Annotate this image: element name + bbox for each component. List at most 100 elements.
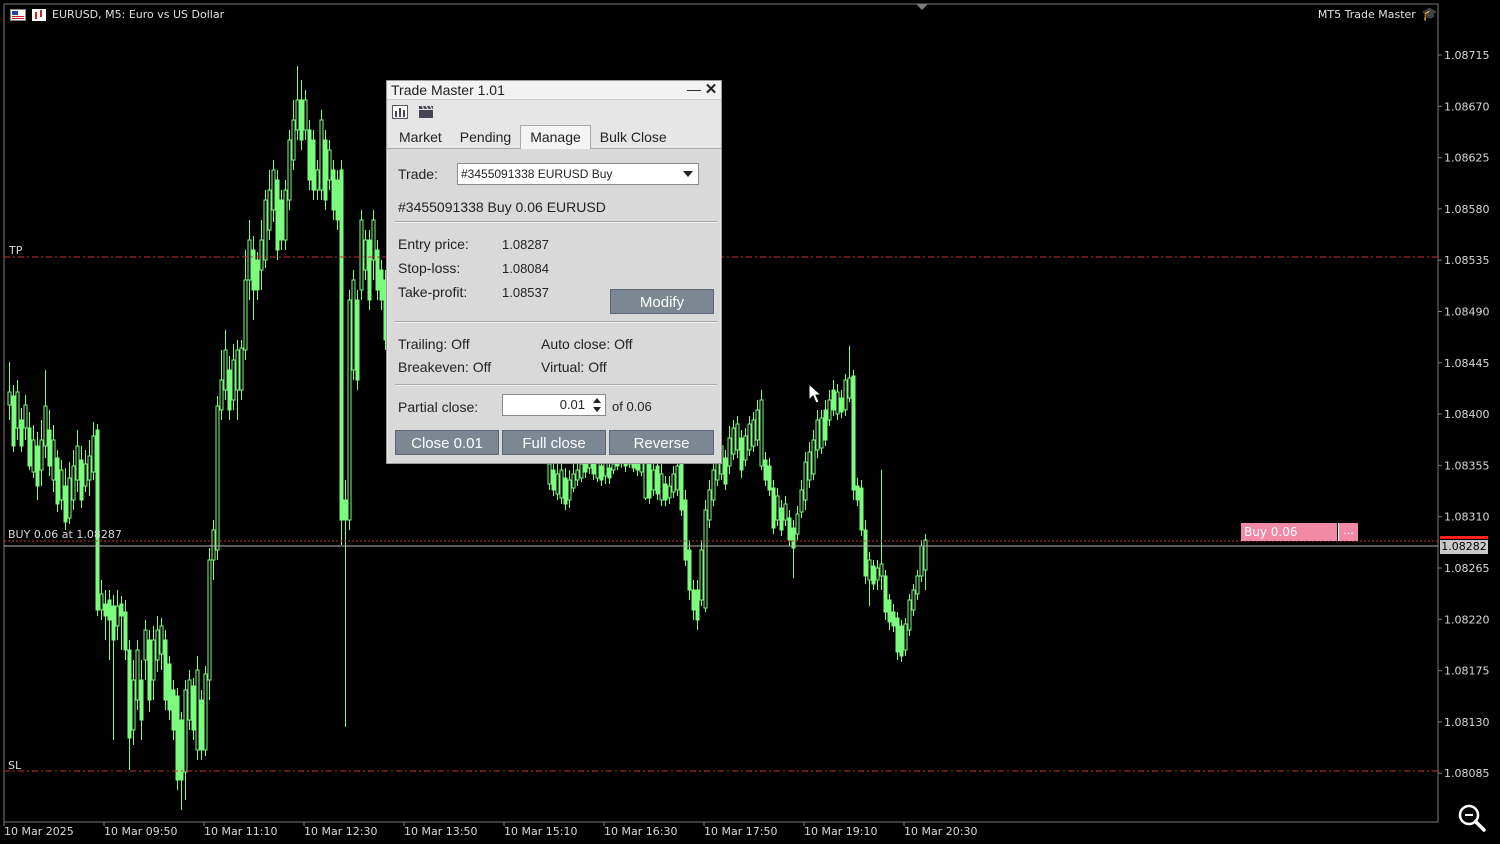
price-axis-label: 1.08715 [1444,49,1490,62]
partial-close-input[interactable]: 0.01 [502,394,606,416]
candle-body [191,685,196,731]
candle-body [907,599,912,631]
candle-body [79,459,84,501]
candle-body [91,435,96,473]
candle-body [815,419,820,451]
reverse-button[interactable]: Reverse [609,430,714,455]
candle-body [843,379,848,411]
partial-close-value: 0.01 [559,397,585,412]
price-axis-label: 1.08490 [1444,306,1490,319]
candle-body [343,499,348,521]
price-chart[interactable]: TP SL BUY 0.06 at 1.08287 1.08715 1.08670… [0,0,1500,844]
divider [395,221,717,223]
candle-body [251,249,256,291]
time-axis-label: 10 Mar 2025 [4,825,74,838]
price-axis-label: 1.08625 [1444,152,1490,165]
chart-icon[interactable] [392,105,408,119]
candle-body [611,463,616,471]
stop-loss-value: 1.08084 [502,261,549,276]
partial-close-stepper[interactable] [591,396,603,414]
chart-shift-marker [916,4,928,10]
candle-body [355,299,360,381]
current-price-tag: 1.08282 [1440,540,1488,554]
clapperboard-icon[interactable] [418,105,434,119]
candle-body [131,679,136,731]
candle-body [779,507,784,531]
candle-body [367,239,372,301]
candle-body [803,461,808,501]
price-axis-label: 1.08310 [1444,511,1490,524]
candle-body [759,399,764,467]
entry-price-label: Entry price: [398,236,469,252]
chart-type-icon[interactable] [32,8,46,21]
price-axis-label: 1.08400 [1444,408,1490,421]
take-profit-label: Take-profit: [398,284,468,300]
trade-select[interactable]: #3455091338 EURUSD Buy [457,163,699,185]
candle-body [655,465,660,495]
candle-body [347,299,352,521]
candle-body [859,487,864,531]
candle-body [75,445,80,481]
trade-master-panel[interactable]: Trade Master 1.01 — ✕ Market Pending Man… [386,80,722,464]
candle-body [135,649,140,701]
candle-body [275,179,280,251]
take-profit-value: 1.08537 [502,285,549,300]
candle-body [143,629,148,661]
ea-name: MT5 Trade Master [1317,8,1416,21]
candle-body [335,179,340,221]
candle-body [919,545,924,577]
minimize-button[interactable]: — [687,82,701,98]
candle-body [123,611,128,651]
candle-body [175,695,180,781]
candle-body [691,589,696,611]
candle-body [51,439,56,481]
candle-body [359,219,364,291]
candle-body [263,199,268,261]
tab-manage[interactable]: Manage [520,125,591,149]
candle-body [571,473,576,489]
sl-line-label: SL [8,759,22,772]
candle-body [323,139,328,201]
candle-body [851,375,856,491]
candle-body [675,465,680,491]
price-axis-label: 1.08445 [1444,357,1490,370]
zoom-icon[interactable] [1456,802,1488,834]
candle-body [879,563,884,577]
spin-down-icon[interactable] [593,407,601,412]
position-bar[interactable]: Buy 0.06 [1241,523,1337,541]
time-axis-label: 10 Mar 12:30 [304,825,377,838]
candle-body [363,239,368,271]
candle-body [23,404,28,429]
candle-body [187,679,192,721]
spin-up-icon[interactable] [593,398,601,403]
candle-body [603,461,608,477]
close-partial-button[interactable]: Close 0.01 [395,430,499,455]
candle-body [147,639,152,701]
candle-body [295,99,300,131]
candle-body [563,477,568,505]
position-menu-button[interactable]: ... [1338,523,1358,541]
tab-market[interactable]: Market [390,126,451,148]
candle-body [823,409,828,441]
panel-title-bar[interactable]: Trade Master 1.01 — ✕ [387,81,721,100]
candle-body [867,559,872,581]
candle-body [899,625,904,657]
candle-body [211,529,216,561]
candle-body [551,469,556,491]
full-close-button[interactable]: Full close [502,430,606,455]
graduation-cap-icon[interactable]: 🎓 [1422,8,1438,21]
breakeven-status: Breakeven: Off [398,359,492,375]
modify-button[interactable]: Modify [610,289,714,314]
candle-body [671,473,676,493]
symbol-title: EURUSD, M5: Euro vs US Dollar [52,8,225,21]
auto-close-status: Auto close: Off [541,336,633,352]
candle-body [647,463,652,499]
candle-body [327,149,332,181]
close-button[interactable]: ✕ [703,81,719,99]
candle-body [747,423,752,451]
tab-pending[interactable]: Pending [451,126,520,148]
tab-bulk-close[interactable]: Bulk Close [591,126,676,148]
price-axis-label: 1.08580 [1444,203,1490,216]
candle-body [255,259,260,291]
divider [395,321,717,323]
